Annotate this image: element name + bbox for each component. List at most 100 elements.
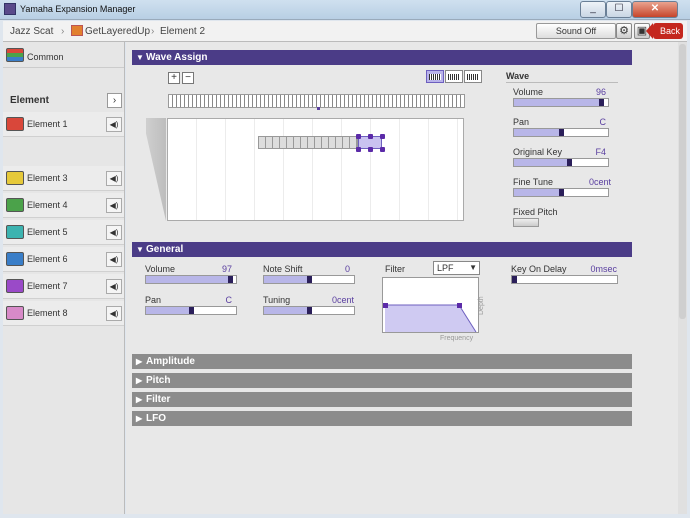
section-header-amplitude[interactable]: ▶ Amplitude xyxy=(132,354,632,369)
region-handle[interactable] xyxy=(356,147,361,152)
speaker-icon[interactable]: ◀) xyxy=(106,306,122,321)
sidebar-item-element-4[interactable]: Element 4 ◀) xyxy=(3,193,124,218)
expand-triangle-icon: ▶ xyxy=(136,395,143,404)
fine-tune-slider[interactable] xyxy=(513,188,609,197)
keyboard-icon xyxy=(71,25,83,36)
fine-tune-label: Fine Tune xyxy=(513,177,554,187)
sound-off-button[interactable]: Sound Off xyxy=(536,23,616,39)
element-heading: Element xyxy=(10,95,49,106)
element-label: Element 7 xyxy=(27,281,68,291)
note-shift-slider[interactable] xyxy=(263,275,355,284)
speaker-icon[interactable]: ◀) xyxy=(106,171,122,186)
section-header-lfo[interactable]: ▶ LFO xyxy=(132,411,632,426)
element-color-icon xyxy=(6,225,24,239)
key-on-delay-label: Key On Delay xyxy=(511,264,567,274)
speaker-icon[interactable]: ◀) xyxy=(106,198,122,213)
wave-range-bar[interactable] xyxy=(258,136,358,149)
expand-triangle-icon: ▶ xyxy=(136,376,143,385)
element-next-button[interactable]: › xyxy=(107,93,122,108)
common-label: Common xyxy=(27,52,64,62)
region-handle[interactable] xyxy=(368,147,373,152)
wave-pan-slider[interactable] xyxy=(513,128,609,137)
expand-triangle-icon: ▶ xyxy=(136,414,143,423)
fixed-pitch-toggle[interactable] xyxy=(513,218,539,227)
wave-volume-slider[interactable] xyxy=(513,98,609,107)
wave-divider xyxy=(506,82,618,83)
keyboard-view-small-icon[interactable] xyxy=(426,70,444,83)
section-title: Pitch xyxy=(146,375,171,386)
note-shift-value: 0 xyxy=(344,264,350,274)
element-label: Element 3 xyxy=(27,173,68,183)
scrollbar-thumb[interactable] xyxy=(679,44,686,319)
zoom-in-button[interactable]: + xyxy=(168,72,180,84)
general-volume-slider[interactable] xyxy=(145,275,237,284)
app-window: Yamaha Expansion Manager _ ☐ ✕ Jazz Scat… xyxy=(0,0,690,518)
general-title: General xyxy=(146,244,184,255)
common-icon xyxy=(6,48,24,62)
note-shift-label: Note Shift xyxy=(263,264,303,274)
speaker-icon[interactable]: ◀) xyxy=(106,225,122,240)
main-scrollbar[interactable] xyxy=(678,42,687,514)
general-volume-value: 97 xyxy=(221,264,232,274)
sidebar-item-element-8[interactable]: Element 8 ◀) xyxy=(3,301,124,326)
breadcrumb-item[interactable]: GetLayeredUp xyxy=(85,26,150,37)
wave-assign-title: Wave Assign xyxy=(146,52,208,63)
filter-depth-axis: Depth xyxy=(478,296,485,315)
tuning-slider[interactable] xyxy=(263,306,355,315)
gear-icon[interactable]: ⚙ xyxy=(616,23,632,39)
general-pan-slider[interactable] xyxy=(145,306,237,315)
keyboard-view-large-icon[interactable] xyxy=(464,70,482,83)
general-volume-label: Volume xyxy=(145,264,176,274)
filter-graph[interactable] xyxy=(382,277,479,333)
key-on-delay-value: 0msec xyxy=(590,264,617,274)
element-label: Element 4 xyxy=(27,200,68,210)
filter-curve xyxy=(383,303,477,333)
general-pan-value: C xyxy=(225,295,233,305)
speaker-icon[interactable]: ◀) xyxy=(106,279,122,294)
minimize-button[interactable]: _ xyxy=(580,1,606,18)
fixed-pitch-label: Fixed Pitch xyxy=(513,207,558,217)
maximize-button[interactable]: ☐ xyxy=(606,1,632,18)
back-button[interactable]: Back xyxy=(646,23,683,39)
general-header[interactable]: ▼ General xyxy=(132,242,632,257)
sidebar-item-common[interactable]: Common xyxy=(3,42,124,68)
original-key-slider[interactable] xyxy=(513,158,609,167)
breadcrumb-root[interactable]: Jazz Scat xyxy=(10,26,53,37)
main-panel: ▼ Wave Assign + − Wave Volume 96 Pan C O… xyxy=(126,42,678,514)
title-bar: Yamaha Expansion Manager _ ☐ ✕ xyxy=(0,0,690,20)
keyboard-view-medium-icon[interactable] xyxy=(445,70,463,83)
region-handle[interactable] xyxy=(380,134,385,139)
sidebar-item-element-6[interactable]: Element 6 ◀) xyxy=(3,247,124,272)
key-on-delay-slider[interactable] xyxy=(511,275,618,284)
app-icon xyxy=(4,3,16,15)
region-handle[interactable] xyxy=(380,147,385,152)
filter-type-value: LPF xyxy=(437,263,454,273)
close-window-button[interactable]: ✕ xyxy=(632,1,678,18)
zoom-out-button[interactable]: − xyxy=(182,72,194,84)
section-title: Filter xyxy=(146,394,171,405)
section-header-filter[interactable]: ▶ Filter xyxy=(132,392,632,407)
sidebar-item-element-1[interactable]: Element 1 ◀) xyxy=(3,112,124,137)
collapse-triangle-icon: ▼ xyxy=(136,53,144,62)
section-header-pitch[interactable]: ▶ Pitch xyxy=(132,373,632,388)
window-title: Yamaha Expansion Manager xyxy=(20,4,136,14)
wave-assign-header[interactable]: ▼ Wave Assign xyxy=(132,50,632,65)
element-label: Element 8 xyxy=(27,308,68,318)
piano-keyboard[interactable] xyxy=(168,94,465,108)
speaker-icon[interactable]: ◀) xyxy=(106,117,122,132)
velocity-wedge xyxy=(146,118,166,221)
general-pan-label: Pan xyxy=(145,295,162,305)
sidebar-item-element-7[interactable]: Element 7 ◀) xyxy=(3,274,124,299)
region-handle[interactable] xyxy=(368,134,373,139)
tuning-value: 0cent xyxy=(331,295,354,305)
speaker-icon[interactable]: ◀) xyxy=(106,252,122,267)
wave-volume-label: Volume xyxy=(513,87,544,97)
sidebar-item-element-3[interactable]: Element 3 ◀) xyxy=(3,166,124,191)
region-handle[interactable] xyxy=(356,134,361,139)
breadcrumb-current: Element 2 xyxy=(160,26,206,37)
wave-assign-grid[interactable] xyxy=(167,118,464,221)
sidebar-item-element-5[interactable]: Element 5 ◀) xyxy=(3,220,124,245)
wave-pan-value: C xyxy=(599,117,607,127)
filter-type-select[interactable]: LPF ▼ xyxy=(433,261,480,275)
element-color-icon xyxy=(6,252,24,266)
